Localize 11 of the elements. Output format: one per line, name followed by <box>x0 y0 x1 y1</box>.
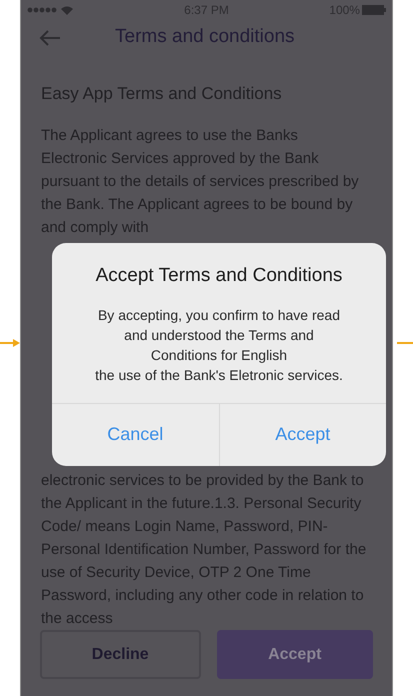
dialog-message: By accepting, you confirm to have read and understood the Terms and Conditions for English the use of the Bank's Eletronic services. <box>95 306 343 384</box>
battery-icon <box>362 5 386 16</box>
back-arrow-icon[interactable] <box>39 30 61 46</box>
signal-icon <box>27 7 57 14</box>
accept-button[interactable]: Accept <box>216 630 373 679</box>
accept-button[interactable]: Accept <box>218 404 386 466</box>
decline-button[interactable]: Decline <box>40 630 200 679</box>
cancel-button[interactable]: Cancel <box>52 404 218 466</box>
wifi-icon <box>61 6 73 15</box>
dialog-title: Accept Terms and Conditions <box>96 264 342 288</box>
arrow-icon <box>0 338 20 348</box>
